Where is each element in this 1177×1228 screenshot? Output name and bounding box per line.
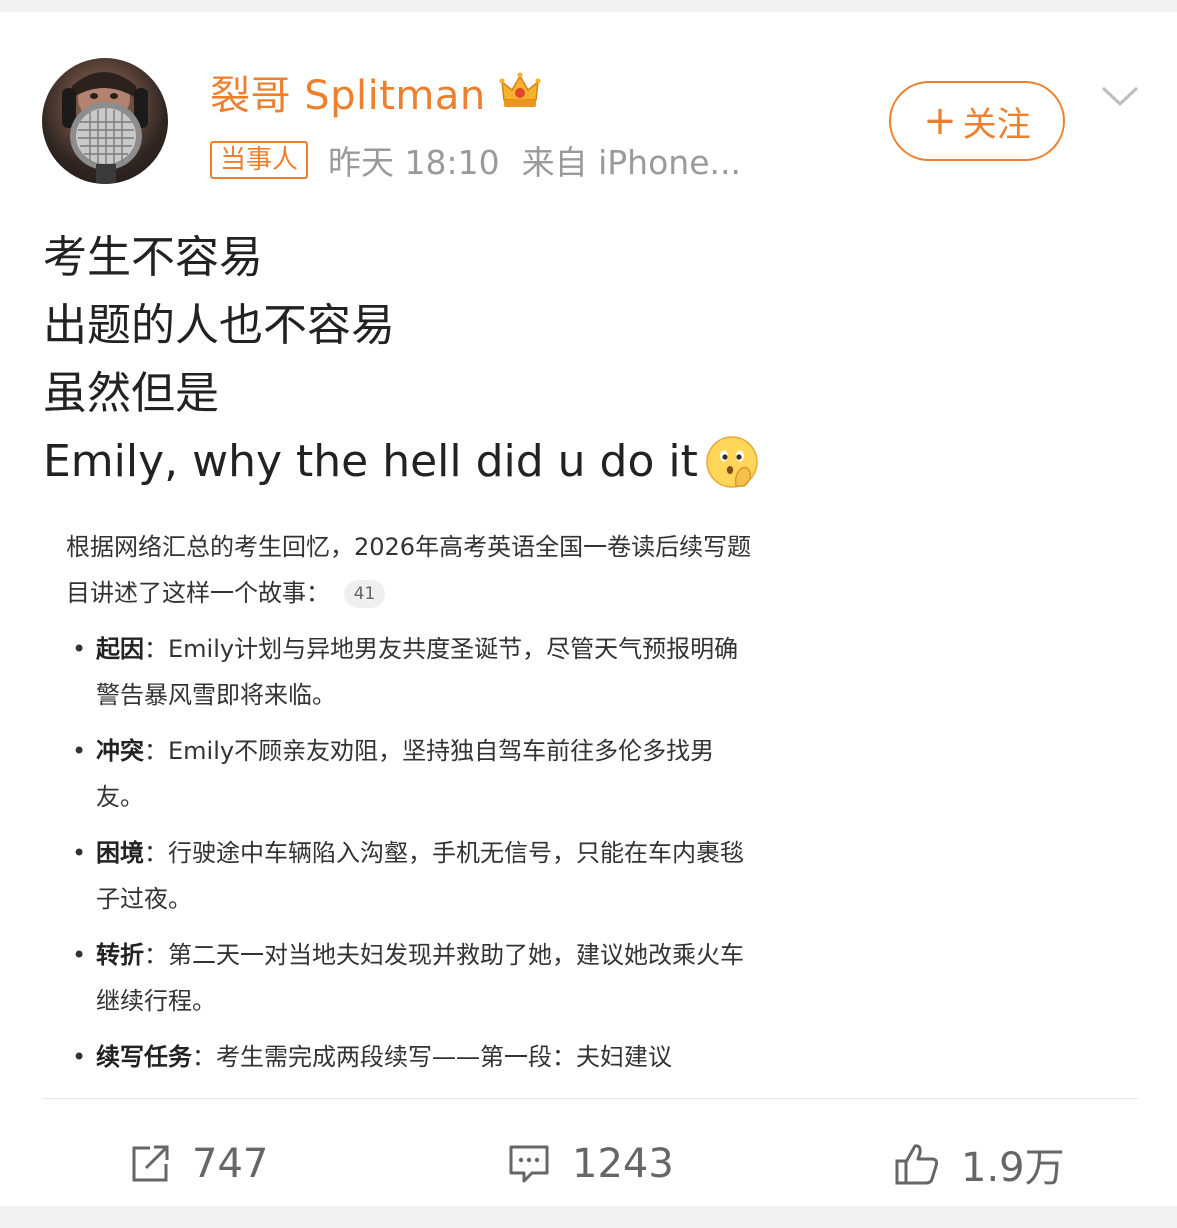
bullet-term: 冲突 bbox=[96, 737, 144, 765]
embedded-image[interactable]: 根据网络汇总的考生回忆，2026年高考英语全国一卷读后续写题目讲述了这样一个故事… bbox=[42, 516, 767, 1068]
bullet-sep: ： bbox=[144, 839, 168, 867]
post-body: 考生不容易 出题的人也不容易 虽然但是 Emily, why the hell … bbox=[43, 224, 1043, 496]
follow-label: 关注 bbox=[962, 104, 1031, 145]
bullet-text: 考生需完成两段续写——第一段：夫妇建议 bbox=[216, 1043, 672, 1068]
author-role-badge: 当事人 bbox=[210, 141, 309, 179]
bullet-term: 续写任务 bbox=[96, 1043, 192, 1068]
share-icon bbox=[132, 1145, 169, 1182]
post-text-line-with-emoji: Emily, why the hell did u do it bbox=[43, 428, 1043, 496]
post-source: 来自 iPhone... bbox=[521, 143, 741, 182]
comment-icon bbox=[509, 1145, 549, 1183]
comment-button[interactable]: 1243 bbox=[506, 1122, 674, 1206]
post-text-line: 考生不容易 bbox=[43, 232, 263, 283]
reference-count-badge: 41 bbox=[343, 580, 386, 608]
crown-icon bbox=[499, 72, 541, 107]
list-item: 续写任务：考生需完成两段续写——第一段：夫妇建议 bbox=[70, 1034, 760, 1068]
embed-intro-text: 根据网络汇总的考生回忆，2026年高考英语全国一卷读后续写题目讲述了这样一个故事… bbox=[66, 533, 752, 607]
like-button[interactable]: 1.9万 bbox=[893, 1122, 1065, 1206]
avatar-image bbox=[62, 72, 148, 184]
action-bar: 747 1243 1.9万 bbox=[0, 1122, 1177, 1206]
post-meta: 当事人 昨天 18:10 来自 iPhone... bbox=[210, 138, 741, 182]
post-text-line: 虽然但是 bbox=[43, 368, 219, 419]
post-timestamp: 昨天 18:10 bbox=[328, 143, 500, 182]
follow-button[interactable]: + 关注 bbox=[889, 81, 1065, 161]
bullet-text: 第二天一对当地夫妇发现并救助了她，建议她改乘火车继续行程。 bbox=[96, 941, 744, 1015]
list-item: 困境：行驶途中车辆陷入沟壑，手机无信号，只能在车内裹毯子过夜。 bbox=[70, 830, 760, 922]
bullet-text: Emily不顾亲友劝阻，坚持独自驾车前往多伦多找男友。 bbox=[96, 737, 715, 811]
divider bbox=[42, 1098, 1138, 1099]
post-text-line: 出题的人也不容易 bbox=[43, 300, 395, 351]
bullet-sep: ： bbox=[144, 737, 168, 765]
list-item: 冲突：Emily不顾亲友劝阻，坚持独自驾车前往多伦多找男友。 bbox=[70, 728, 760, 820]
plus-icon: + bbox=[923, 98, 957, 144]
bullet-text: 行驶途中车辆陷入沟壑，手机无信号，只能在车内裹毯子过夜。 bbox=[96, 839, 744, 913]
list-item: 起因：Emily计划与异地男友共度圣诞节，尽管天气预报明确警告暴风雪即将来临。 bbox=[70, 626, 760, 718]
comment-count: 1243 bbox=[572, 1141, 674, 1187]
thumbs-up-icon bbox=[895, 1144, 939, 1185]
avatar[interactable] bbox=[42, 58, 168, 184]
bullet-sep: ： bbox=[192, 1043, 216, 1068]
like-count: 1.9万 bbox=[961, 1145, 1065, 1191]
list-item: 转折：第二天一对当地夫妇发现并救助了她，建议她改乘火车继续行程。 bbox=[70, 932, 760, 1024]
story-bullet-list: 起因：Emily计划与异地男友共度圣诞节，尽管天气预报明确警告暴风雪即将来临。 … bbox=[70, 626, 760, 1068]
weibo-post-card: 裂哥 Splitman 当事人 昨天 18:10 来自 iPhone... + … bbox=[0, 12, 1177, 1206]
bullet-text: Emily计划与异地男友共度圣诞节，尽管天气预报明确警告暴风雪即将来临。 bbox=[96, 635, 739, 709]
bullet-term: 起因 bbox=[96, 635, 144, 663]
thinking-face-emoji bbox=[706, 436, 758, 488]
bullet-term: 转折 bbox=[96, 941, 144, 969]
post-text-line: Emily, why the hell did u do it bbox=[43, 436, 698, 487]
bullet-sep: ： bbox=[144, 635, 168, 663]
author-row: 裂哥 Splitman bbox=[210, 67, 542, 119]
repost-count: 747 bbox=[192, 1141, 269, 1187]
bullet-sep: ： bbox=[144, 941, 168, 969]
author-name[interactable]: 裂哥 Splitman bbox=[210, 63, 486, 121]
repost-button[interactable]: 747 bbox=[128, 1122, 268, 1206]
embed-intro: 根据网络汇总的考生回忆，2026年高考英语全国一卷读后续写题目讲述了这样一个故事… bbox=[66, 524, 756, 616]
chevron-down-icon[interactable] bbox=[1100, 82, 1140, 110]
bullet-term: 困境 bbox=[96, 839, 144, 867]
